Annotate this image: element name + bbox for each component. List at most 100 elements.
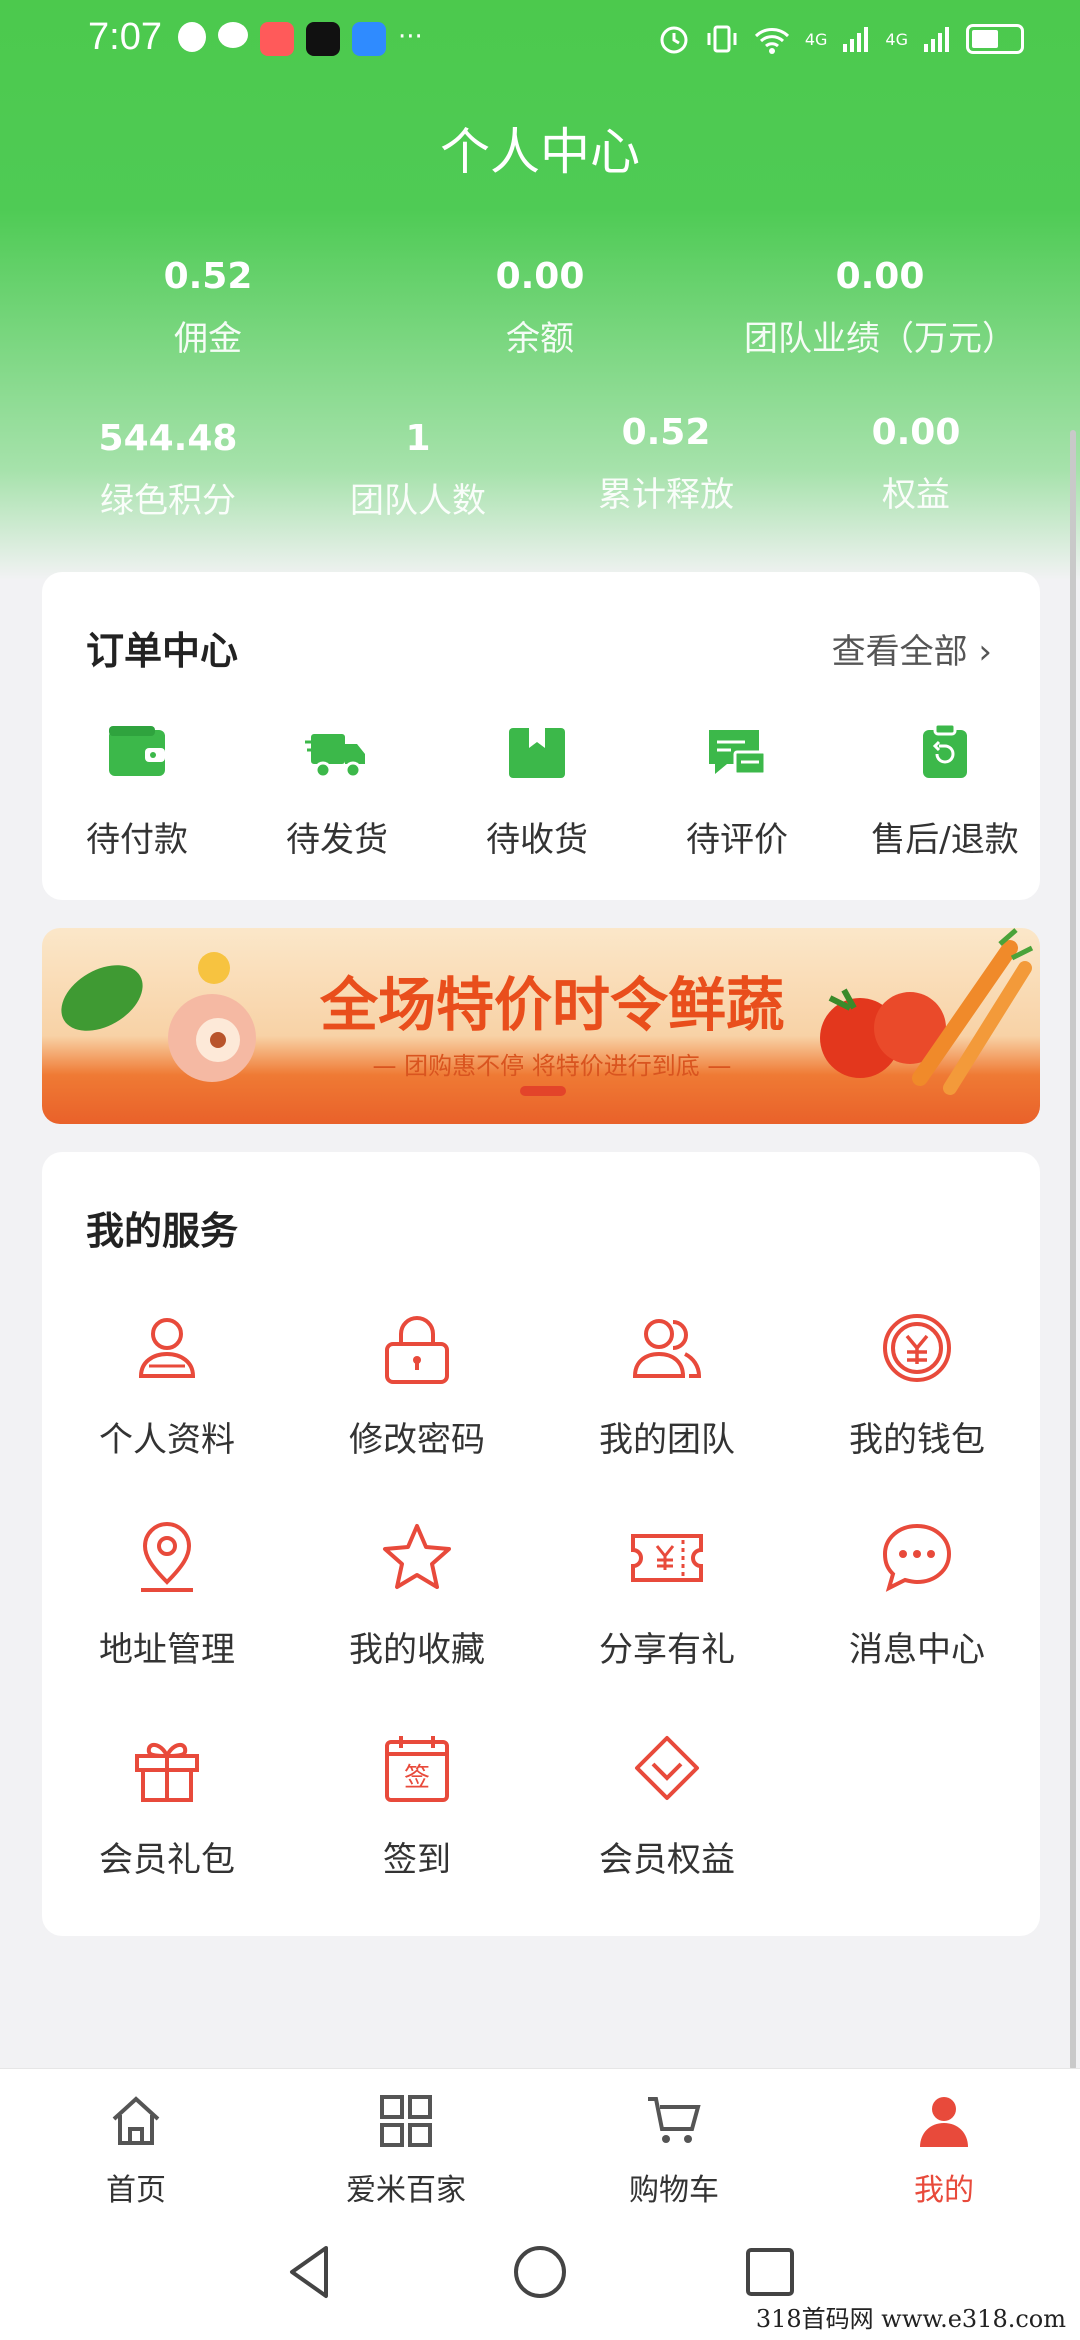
tab-label: 首页	[106, 2173, 166, 2208]
banner-title: 全场特价时令鲜蔬	[319, 971, 784, 1039]
service-my-team[interactable]: 我的团队	[542, 1310, 792, 1461]
order-center-card: 订单中心 查看全部 › 待付款 待发货 待收货 待评价 售后/退款	[42, 572, 1040, 900]
home-icon	[112, 2096, 160, 2145]
refund-icon	[923, 722, 967, 778]
service-message-center[interactable]: 消息中心	[792, 1520, 1042, 1671]
order-after-sales[interactable]: 售后/退款	[850, 722, 1040, 861]
service-address[interactable]: 地址管理	[42, 1520, 292, 1671]
tiktok-icon	[306, 22, 340, 56]
stat-label: 团队人数	[350, 481, 486, 521]
service-profile[interactable]: 个人资料	[42, 1310, 292, 1461]
wechat-icon	[218, 22, 248, 48]
tab-cart[interactable]: 购物车	[564, 2091, 784, 2209]
service-label: 会员礼包	[99, 1840, 235, 1880]
status-time: 7:07	[88, 16, 162, 58]
service-label: 修改密码	[349, 1420, 485, 1460]
bottom-tab-bar: 首页 爱米百家 购物车 我的	[0, 2068, 1080, 2220]
system-navigation-bar: 318首码网 www.e318.com	[0, 2220, 1080, 2340]
network-4g-label-2: 4G	[885, 29, 908, 49]
service-label: 会员权益	[599, 1840, 735, 1880]
stat-equity[interactable]: 0.00 权益	[816, 412, 1016, 516]
app-icon	[260, 22, 294, 56]
team-icon	[632, 1319, 702, 1378]
service-label: 签到	[383, 1840, 451, 1880]
cart-icon	[648, 2097, 701, 2143]
my-services-title: 我的服务	[86, 1209, 239, 1253]
location-icon	[141, 1522, 193, 1592]
stat-team-count[interactable]: 1 团队人数	[318, 418, 518, 522]
stat-team-performance[interactable]: 0.00 团队业绩（万元）	[720, 256, 1040, 360]
stat-released[interactable]: 0.52 累计释放	[566, 412, 766, 516]
tab-aimi-baijia[interactable]: 爱米百家	[296, 2091, 516, 2209]
service-label: 我的团队	[599, 1420, 735, 1460]
grid-icon	[380, 2095, 432, 2147]
weather-icon	[352, 22, 386, 56]
stat-value: 0.52	[621, 412, 711, 453]
order-pending-shipment[interactable]: 待发货	[242, 722, 432, 861]
tab-label: 购物车	[629, 2173, 719, 2208]
signal-icon-2	[924, 27, 949, 52]
star-icon	[383, 1524, 451, 1589]
order-item-label: 售后/退款	[871, 820, 1019, 860]
more-notifications-icon: ···	[398, 22, 423, 52]
service-share-reward[interactable]: 分享有礼	[542, 1520, 792, 1671]
promo-banner[interactable]: 全场特价时令鲜蔬 — 团购惠不停 将特价进行到底 —	[42, 928, 1040, 1124]
battery-icon	[966, 24, 1024, 54]
service-favorites[interactable]: 我的收藏	[292, 1520, 542, 1671]
service-check-in[interactable]: 签 签到	[292, 1730, 542, 1881]
scrollbar[interactable]	[1070, 430, 1076, 2070]
stat-label: 绿色积分	[100, 481, 236, 521]
status-right: 4G 4G	[657, 22, 1024, 56]
stat-label: 权益	[882, 475, 950, 515]
stat-green-points[interactable]: 544.48 绿色积分	[68, 418, 268, 522]
order-item-label: 待付款	[86, 820, 188, 860]
service-change-password[interactable]: 修改密码	[292, 1310, 542, 1461]
svg-text:签: 签	[404, 1763, 430, 1793]
order-pending-receipt[interactable]: 待收货	[442, 722, 632, 861]
stat-value: 0.52	[163, 256, 253, 297]
vegetable-right-illustration	[820, 928, 1034, 1095]
package-icon	[509, 728, 565, 778]
qq-icon	[178, 22, 206, 52]
view-all-orders-link[interactable]: 查看全部 ›	[832, 624, 992, 673]
back-icon[interactable]	[280, 2242, 340, 2302]
notification-icons: ···	[178, 22, 423, 56]
service-member-benefits[interactable]: 会员权益	[542, 1730, 792, 1881]
vibrate-icon	[707, 25, 737, 53]
service-label: 个人资料	[99, 1420, 235, 1460]
order-pending-review[interactable]: 待评价	[642, 722, 832, 861]
tab-home[interactable]: 首页	[26, 2091, 246, 2209]
user-icon	[138, 1318, 196, 1378]
service-label: 分享有礼	[599, 1630, 735, 1670]
tab-mine[interactable]: 我的	[834, 2091, 1054, 2209]
stat-label: 团队业绩（万元）	[744, 319, 1016, 359]
page-title: 个人中心	[440, 123, 640, 181]
service-my-wallet[interactable]: 我的钱包	[792, 1310, 1042, 1461]
review-icon	[709, 730, 767, 776]
wallet-icon	[109, 726, 165, 776]
service-label: 我的收藏	[349, 1630, 485, 1670]
network-4g-label: 4G	[804, 29, 828, 49]
tab-label: 我的	[914, 2173, 974, 2208]
service-label: 我的钱包	[849, 1420, 985, 1460]
stat-value: 0.00	[835, 256, 925, 297]
order-center-title: 订单中心	[86, 629, 239, 673]
watermark: 318首码网 www.e318.com	[749, 2297, 1072, 2336]
lock-icon	[385, 1316, 449, 1384]
alarm-icon	[660, 26, 688, 54]
gift-icon	[135, 1743, 199, 1802]
coupon-icon	[631, 1534, 703, 1582]
my-services-card: 我的服务 个人资料 修改密码 我的团队 我的钱包 地址管理 我的收藏 分享有礼 …	[42, 1152, 1040, 1936]
message-icon	[882, 1523, 952, 1592]
service-member-gift[interactable]: 会员礼包	[42, 1730, 292, 1881]
order-pending-payment[interactable]: 待付款	[42, 722, 232, 861]
profile-icon	[920, 2097, 968, 2147]
stat-value: 0.00	[871, 412, 961, 453]
stat-balance[interactable]: 0.00 余额	[440, 256, 640, 360]
recents-icon[interactable]	[740, 2242, 800, 2302]
checkin-calendar-icon: 签	[385, 1736, 449, 1802]
diamond-icon	[635, 1736, 699, 1800]
vegetable-left-illustration	[61, 952, 256, 1082]
home-circle-icon[interactable]	[510, 2242, 570, 2302]
stat-commission[interactable]: 0.52 佣金	[108, 256, 308, 360]
